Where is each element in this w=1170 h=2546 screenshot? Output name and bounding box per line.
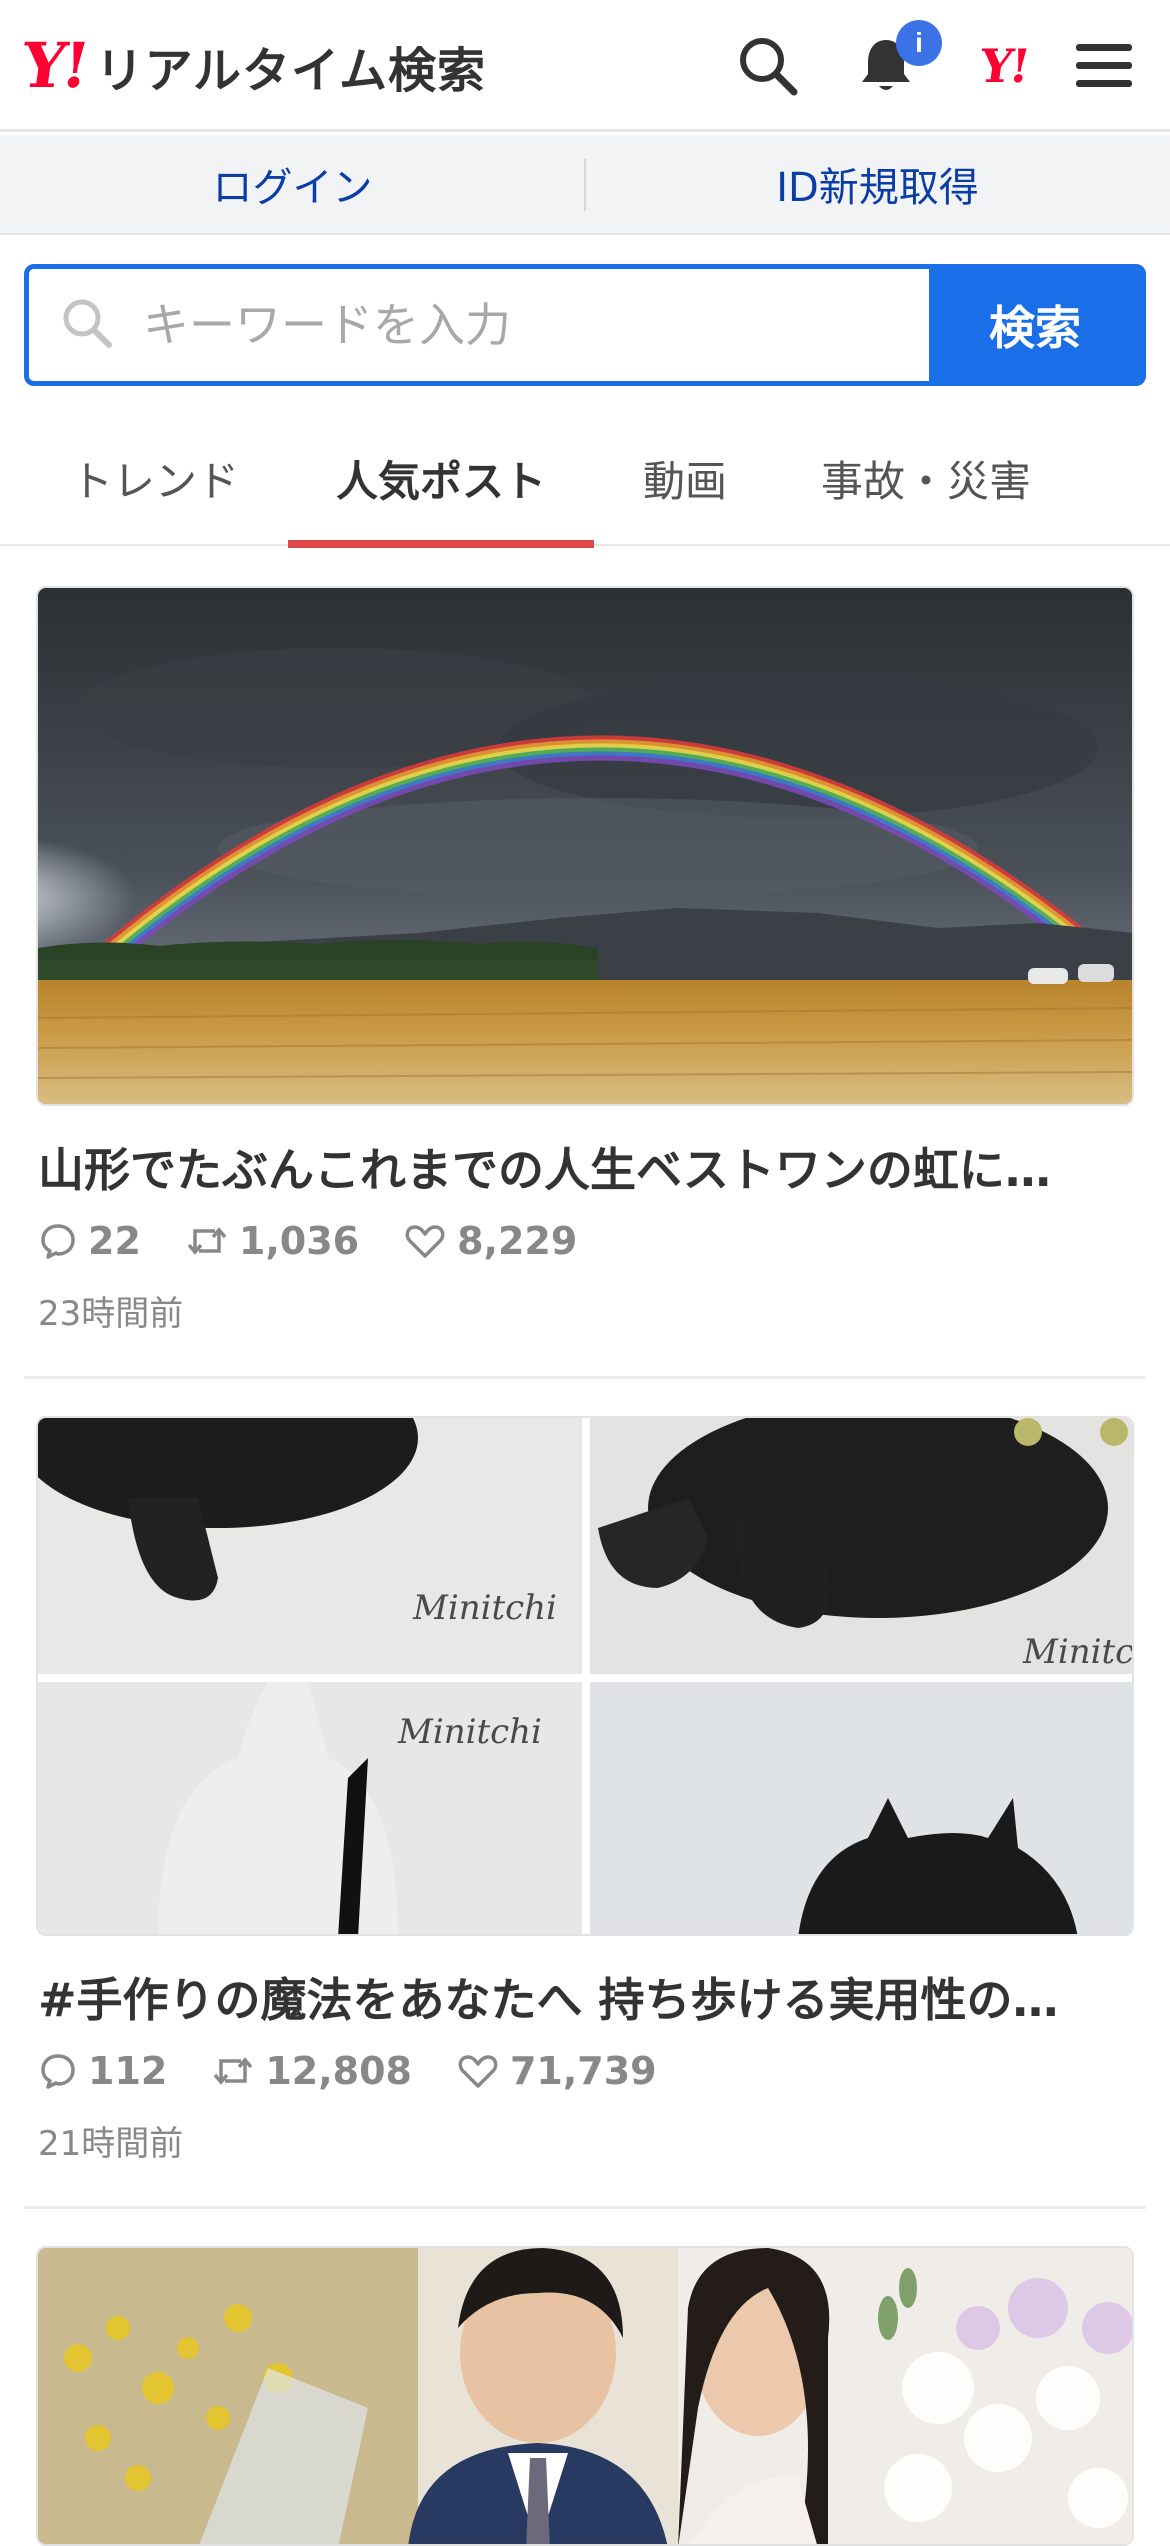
- register-link[interactable]: ID新規取得: [585, 135, 1170, 233]
- post-image-grid-plush-cat[interactable]: Minitchi Minitchi Minitchi: [36, 1416, 1134, 1936]
- search-box: 検索: [24, 264, 1146, 386]
- heart-icon: [405, 1225, 445, 1258]
- post-card[interactable]: 山形でたぶんこれまでの人生ベストワンの虹に… 22 1,036 8,229 23…: [24, 586, 1146, 1386]
- like-count-value: 71,739: [509, 2049, 657, 2093]
- repost-icon: [213, 2057, 253, 2085]
- like-count[interactable]: 71,739: [456, 2049, 657, 2093]
- like-count-value: 8,229: [457, 1219, 578, 1263]
- yahoo-japan-mark: Y!: [976, 39, 1032, 93]
- repost-count-value: 12,808: [265, 2049, 412, 2093]
- app-header: Y! リアルタイム検索 i Y!: [0, 0, 1170, 132]
- post-card[interactable]: [24, 2246, 1146, 2546]
- reply-count-value: 112: [88, 2049, 168, 2093]
- search-icon[interactable]: [730, 28, 806, 104]
- login-bar: ログイン ID新規取得: [0, 135, 1170, 235]
- repost-count-value: 1,036: [238, 1219, 360, 1263]
- post-image-bouquet-photo[interactable]: [36, 2246, 1134, 2546]
- tab-trend[interactable]: トレンド: [40, 410, 270, 546]
- reply-icon: [41, 2054, 75, 2089]
- search-field-icon: [59, 295, 115, 355]
- post-time: 23時間前: [38, 1294, 184, 1334]
- image-watermark: Minitchi: [1023, 1632, 1134, 1672]
- reply-icon: [41, 1224, 75, 1259]
- reply-count[interactable]: 112: [38, 2049, 167, 2093]
- post-divider: [24, 1376, 1146, 1379]
- repost-icon: [187, 1227, 227, 1255]
- service-name: リアルタイム検索: [95, 43, 487, 99]
- post-title[interactable]: #手作りの魔法をあなたへ 持ち歩ける実用性の…: [38, 1964, 1134, 2030]
- menu-icon[interactable]: [1066, 28, 1142, 104]
- like-count[interactable]: 8,229: [403, 1219, 577, 1263]
- heart-icon: [458, 2055, 498, 2088]
- reply-count-value: 22: [88, 1219, 141, 1263]
- image-watermark: Minitchi: [413, 1588, 557, 1628]
- reply-count[interactable]: 22: [38, 1219, 141, 1263]
- yahoo-japan-icon[interactable]: Y!: [966, 28, 1042, 104]
- post-time: 21時間前: [38, 2124, 184, 2164]
- yahoo-logo-mark: Y!: [16, 29, 91, 102]
- post-title[interactable]: 山形でたぶんこれまでの人生ベストワンの虹に…: [38, 1134, 1134, 1200]
- login-bar-divider: [584, 159, 586, 211]
- notification-bell-icon[interactable]: i: [848, 20, 942, 104]
- post-stats: 22 1,036 8,229: [38, 1216, 621, 1266]
- image-watermark: Minitchi: [398, 1712, 542, 1752]
- post-divider: [24, 2206, 1146, 2209]
- yahoo-realtime-logo[interactable]: Y! リアルタイム検索: [17, 29, 487, 102]
- tab-accident-disaster[interactable]: 事故・災害: [790, 410, 1062, 546]
- search-button[interactable]: 検索: [929, 269, 1141, 381]
- notification-badge: i: [896, 20, 942, 66]
- post-stats: 112 12,808 71,739: [38, 2046, 701, 2096]
- repost-count[interactable]: 1,036: [185, 1219, 359, 1263]
- tab-video[interactable]: 動画: [610, 410, 760, 546]
- tab-popular-posts[interactable]: 人気ポスト: [288, 410, 594, 548]
- login-link[interactable]: ログイン: [0, 135, 585, 233]
- post-card[interactable]: Minitchi Minitchi Minitchi #手作りの魔法をあなたへ …: [24, 1416, 1146, 2216]
- search-field[interactable]: [29, 269, 929, 381]
- repost-count[interactable]: 12,808: [211, 2049, 412, 2093]
- post-image-rainbow[interactable]: [36, 586, 1134, 1106]
- category-tabs: トレンド 人気ポスト 動画 事故・災害: [0, 410, 1170, 548]
- search-input[interactable]: [143, 298, 843, 352]
